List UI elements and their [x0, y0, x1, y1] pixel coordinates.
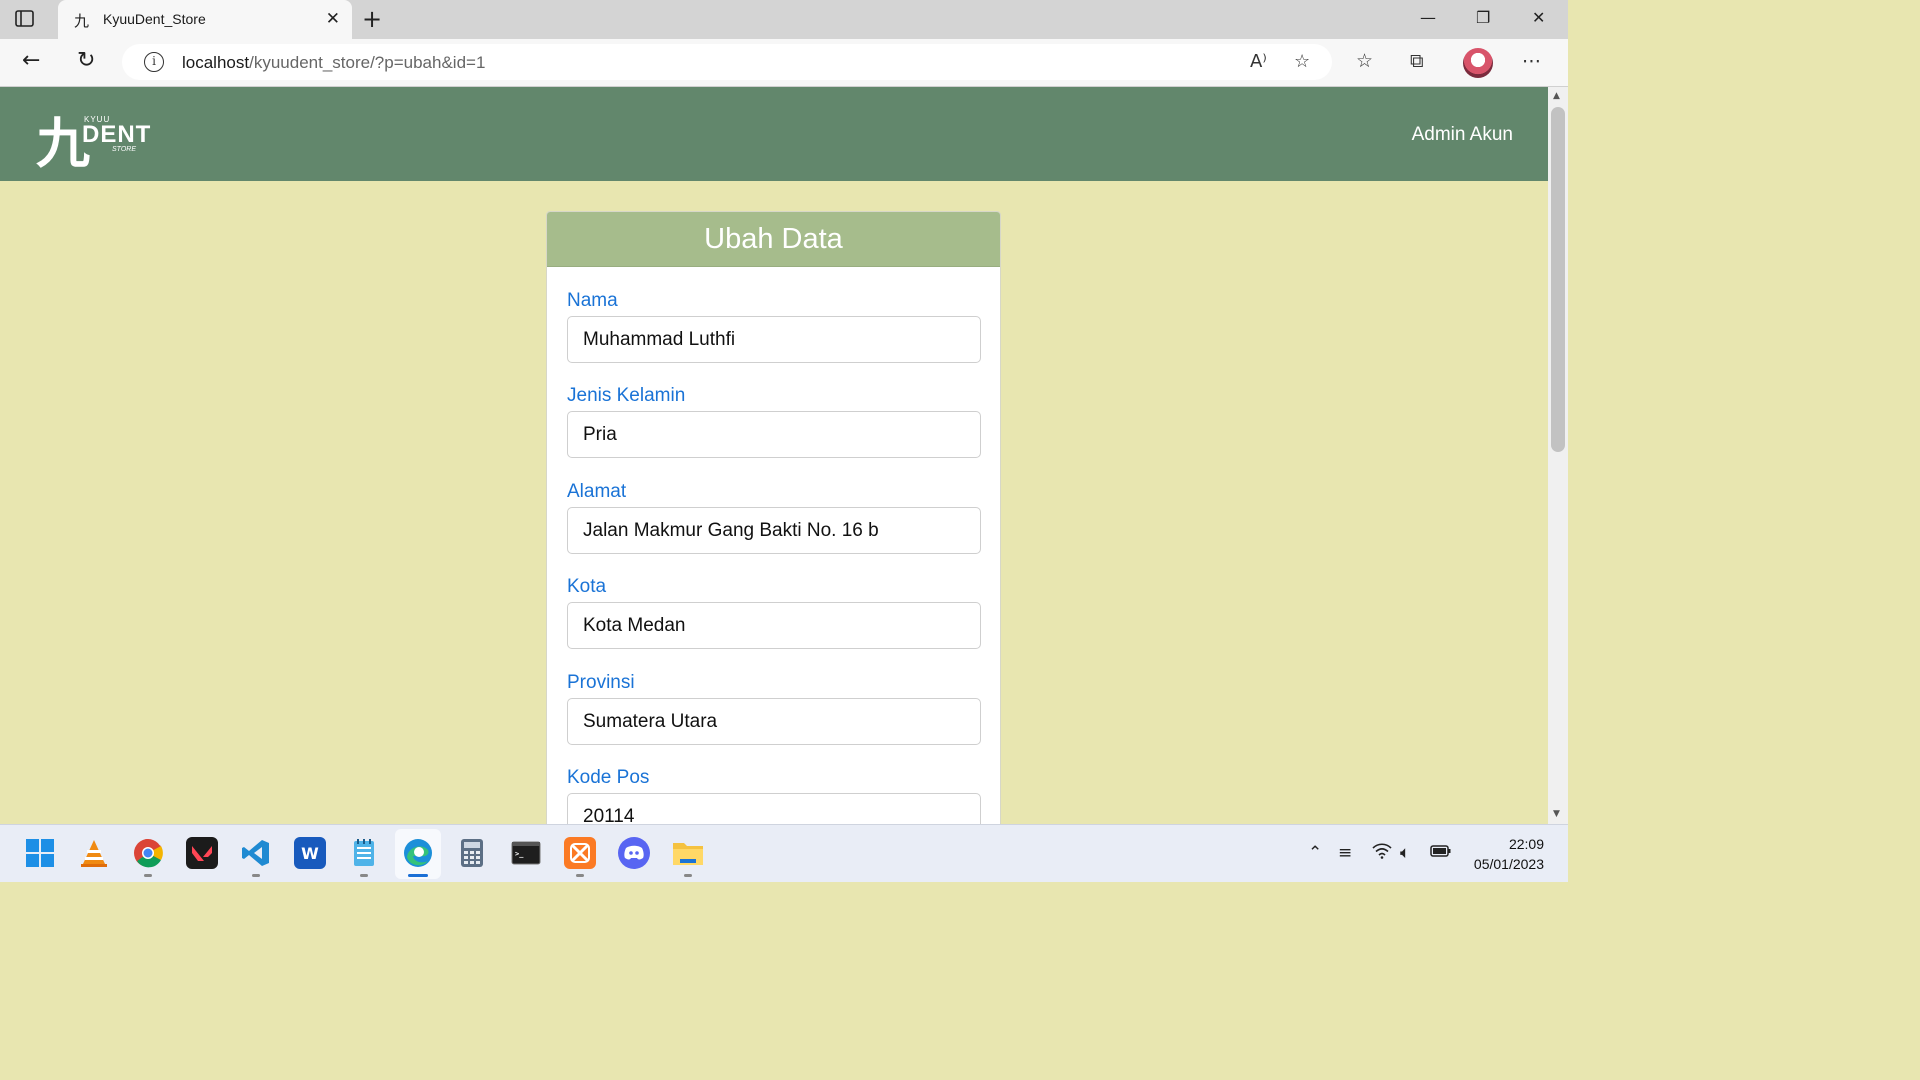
tab-actions-icon[interactable]	[14, 9, 36, 29]
page-viewport: 九 KYUU DENT STORE Admin Akun Ubah Data N…	[0, 87, 1548, 824]
file-explorer-icon[interactable]	[672, 837, 704, 869]
calculator-icon[interactable]	[456, 837, 488, 869]
windows-start-icon[interactable]	[24, 837, 56, 869]
site-logo[interactable]: 九 KYUU DENT STORE	[36, 105, 150, 175]
terminal-icon[interactable]: >_	[510, 837, 542, 869]
form-title: Ubah Data	[704, 223, 843, 255]
field-alamat: Alamat Jalan Makmur Gang Bakti No. 16 b	[567, 481, 981, 554]
scroll-thumb[interactable]	[1551, 107, 1565, 452]
xampp-icon[interactable]	[564, 837, 596, 869]
browser-tab-bar: 九 KyuuDent_Store ✕ + — ❐ ✕	[0, 0, 1568, 40]
field-kota: Kota Kota Medan	[567, 576, 981, 649]
running-indicator	[360, 874, 368, 877]
add-favorite-icon[interactable]: ☆	[1294, 51, 1310, 72]
chevron-up-icon[interactable]: ⌃	[1308, 843, 1322, 863]
notepad-icon[interactable]	[348, 837, 380, 869]
page-scrollbar[interactable]: ▲ ▼	[1548, 87, 1568, 824]
edge-icon[interactable]	[402, 837, 434, 869]
discord-icon[interactable]	[618, 837, 650, 869]
info-icon[interactable]: i	[144, 52, 164, 72]
volume-icon[interactable]: 🔈︎	[1400, 843, 1410, 863]
close-tab-icon[interactable]: ✕	[326, 9, 340, 29]
field-label: Alamat	[567, 481, 627, 502]
running-indicator	[684, 874, 692, 877]
favorites-icon[interactable]: ☆	[1356, 50, 1373, 72]
chrome-icon[interactable]	[132, 837, 164, 869]
field-kode-pos: Kode Pos 20114	[567, 767, 981, 824]
field-label: Kode Pos	[567, 767, 650, 788]
battery-icon[interactable]	[1430, 843, 1452, 863]
jenis-kelamin-input[interactable]: Pria	[567, 411, 981, 458]
active-indicator	[408, 874, 428, 877]
minimize-icon[interactable]: —	[1420, 8, 1436, 27]
restore-icon[interactable]: ❐	[1476, 8, 1490, 27]
tab-title: KyuuDent_Store	[103, 11, 206, 27]
scroll-down-icon[interactable]: ▼	[1553, 809, 1560, 819]
field-label: Provinsi	[567, 672, 635, 693]
running-indicator	[576, 874, 584, 877]
favicon-icon: 九	[74, 12, 90, 30]
field-provinsi: Provinsi Sumatera Utara	[567, 672, 981, 745]
address-bar[interactable]: i localhost/kyuudent_store/?p=ubah&id=1 …	[122, 44, 1332, 80]
site-header: 九 KYUU DENT STORE Admin Akun	[0, 87, 1548, 181]
profile-avatar[interactable]	[1463, 48, 1493, 78]
browser-toolbar: ← ↻ i localhost/kyuudent_store/?p=ubah&i…	[0, 39, 1568, 87]
valorant-icon[interactable]	[186, 837, 218, 869]
vscode-icon[interactable]	[240, 837, 272, 869]
vlc-icon[interactable]	[78, 837, 110, 869]
edit-form-card: Ubah Data Nama Muhammad Luthfi Jenis Kel…	[546, 211, 1001, 824]
back-icon[interactable]: ←	[22, 48, 40, 73]
running-indicator	[144, 874, 152, 877]
kota-input[interactable]: Kota Medan	[567, 602, 981, 649]
field-label: Nama	[567, 290, 618, 311]
window-close-icon[interactable]: ✕	[1532, 8, 1545, 27]
kode-pos-input[interactable]: 20114	[567, 793, 981, 824]
field-label: Kota	[567, 576, 607, 597]
more-options-icon[interactable]: ⋯	[1522, 50, 1541, 72]
wifi-icon[interactable]	[1372, 843, 1392, 864]
nama-input[interactable]: Muhammad Luthfi	[567, 316, 981, 363]
windows-taskbar: W >_ ⌃ ≡ 🔈︎ 22:09 05/01/2023	[0, 824, 1568, 882]
running-indicator	[252, 874, 260, 877]
svg-text:>_: >_	[515, 850, 524, 858]
field-jenis-kelamin: Jenis Kelamin Pria	[567, 385, 981, 458]
system-clock[interactable]: 22:09 05/01/2023	[1474, 834, 1544, 874]
reload-icon[interactable]: ↻	[77, 48, 95, 73]
clock-date: 05/01/2023	[1473, 856, 1544, 872]
card-header: Ubah Data	[547, 212, 1000, 267]
url-text[interactable]: localhost/kyuudent_store/?p=ubah&id=1	[182, 53, 485, 73]
new-tab-icon[interactable]: +	[362, 5, 382, 33]
browser-tab[interactable]: 九 KyuuDent_Store ✕	[58, 0, 352, 40]
word-icon[interactable]: W	[294, 837, 326, 869]
field-nama: Nama Muhammad Luthfi	[567, 290, 981, 363]
alamat-input[interactable]: Jalan Makmur Gang Bakti No. 16 b	[567, 507, 981, 554]
clock-time: 22:09	[1508, 836, 1544, 852]
field-label: Jenis Kelamin	[567, 385, 686, 406]
admin-account-link[interactable]: Admin Akun	[1412, 124, 1513, 146]
notification-icon[interactable]: ≡	[1338, 843, 1352, 863]
collections-icon[interactable]: ⧉	[1410, 50, 1424, 72]
scroll-up-icon[interactable]: ▲	[1553, 91, 1560, 101]
read-aloud-icon[interactable]: A⁾	[1250, 51, 1267, 72]
provinsi-input[interactable]: Sumatera Utara	[567, 698, 981, 745]
